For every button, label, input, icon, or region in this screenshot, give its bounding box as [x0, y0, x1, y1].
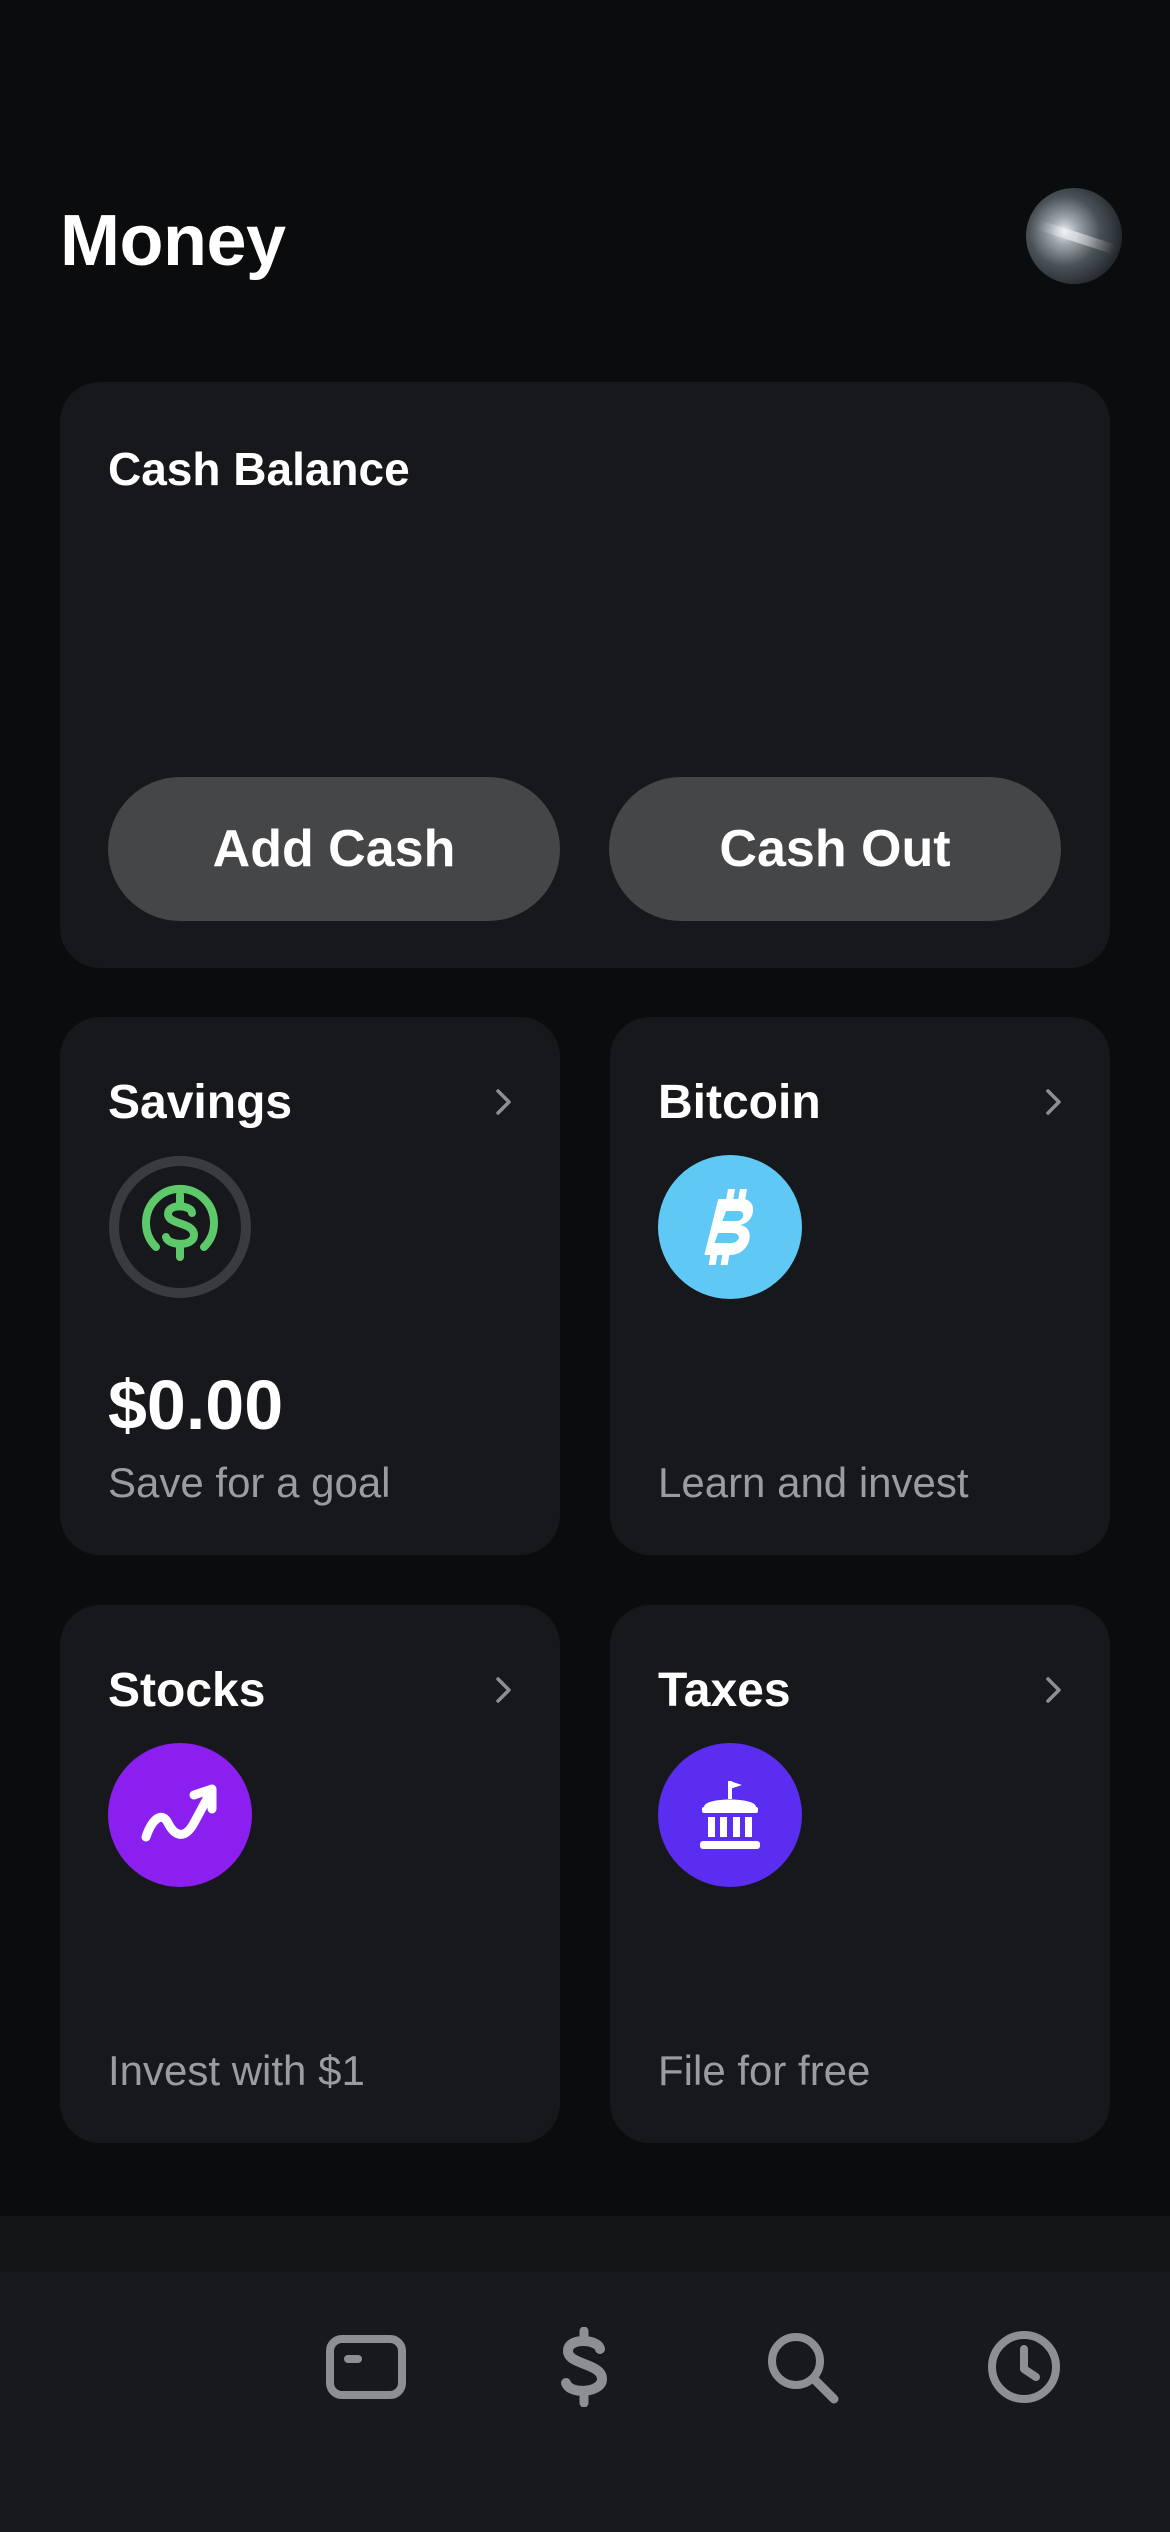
bitcoin-tile[interactable]: Bitcoin Learn and invest: [610, 1017, 1110, 1555]
bitcoin-icon: [658, 1155, 802, 1299]
avatar[interactable]: [1026, 188, 1122, 284]
bottom-nav: [0, 2272, 1170, 2532]
cash-balance-title: Cash Balance: [108, 443, 410, 495]
clock-icon[interactable]: [969, 2312, 1079, 2422]
chevron-right-icon: [486, 1673, 520, 1707]
savings-tile[interactable]: Savings $0.00 Save for a goal: [60, 1017, 560, 1555]
add-cash-button[interactable]: Add Cash: [108, 777, 560, 921]
page-title: Money: [60, 201, 286, 281]
chevron-right-icon: [1036, 1673, 1070, 1707]
nav-divider: [0, 2216, 1170, 2272]
header: Money: [0, 0, 1170, 330]
stocks-title: Stocks: [108, 1664, 266, 1717]
dollar-icon[interactable]: [529, 2312, 639, 2422]
money-card-icon[interactable]: [311, 2312, 421, 2422]
savings-subtitle: Save for a goal: [108, 1459, 391, 1506]
savings-title: Savings: [108, 1076, 293, 1129]
savings-amount: $0.00: [108, 1366, 284, 1444]
chevron-right-icon: [1036, 1085, 1070, 1119]
bitcoin-subtitle: Learn and invest: [658, 1459, 969, 1506]
taxes-tile[interactable]: Taxes File for free: [610, 1605, 1110, 2143]
savings-dollar-icon: [108, 1155, 252, 1299]
stocks-subtitle: Invest with $1: [108, 2047, 365, 2094]
cash-balance-card[interactable]: Cash Balance Add Cash Cash Out: [60, 382, 1110, 968]
bitcoin-title: Bitcoin: [658, 1076, 821, 1129]
taxes-title: Taxes: [658, 1664, 791, 1717]
search-icon[interactable]: [747, 2312, 857, 2422]
chevron-right-icon: [486, 1085, 520, 1119]
taxes-building-icon: [658, 1743, 802, 1887]
taxes-subtitle: File for free: [658, 2047, 871, 2094]
stocks-trend-icon: [108, 1743, 252, 1887]
cash-out-button[interactable]: Cash Out: [609, 777, 1061, 921]
stocks-tile[interactable]: Stocks Invest with $1: [60, 1605, 560, 2143]
